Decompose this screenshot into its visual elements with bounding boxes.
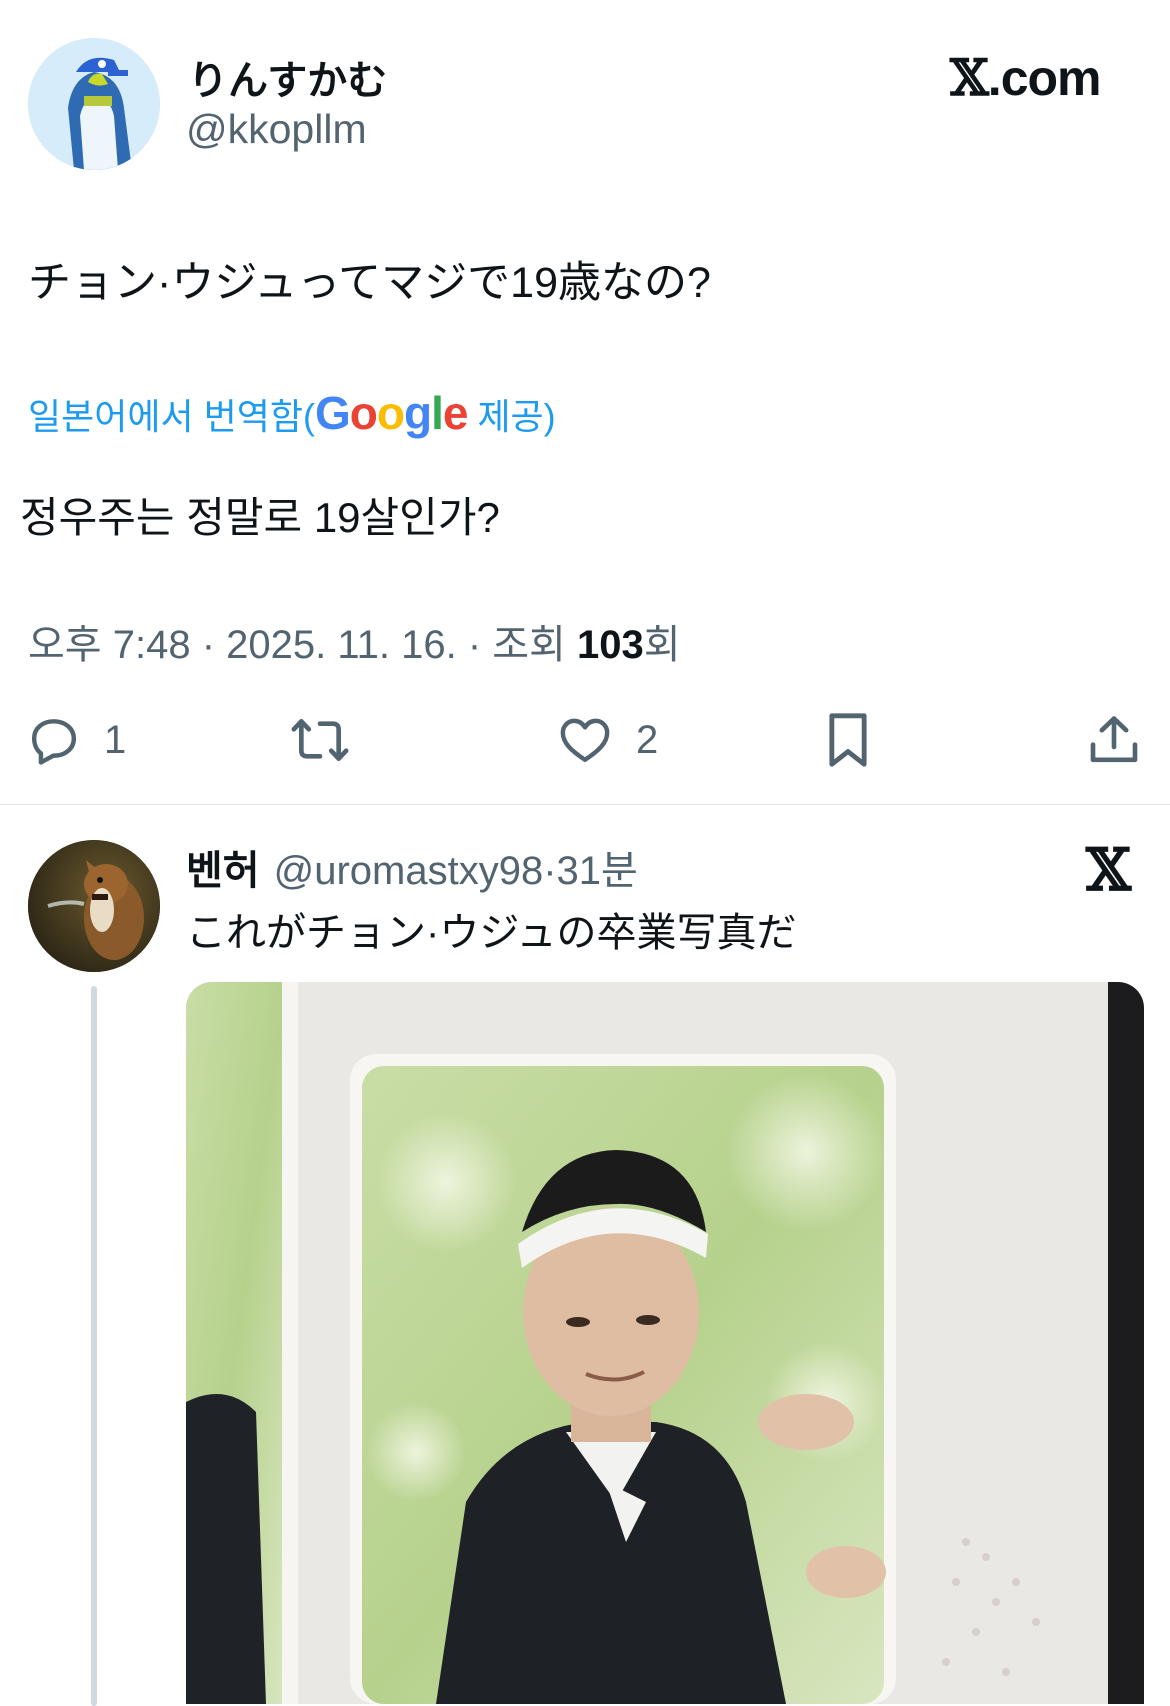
reply-text: これがチョン·ウジュの卒業写真だ bbox=[186, 911, 797, 955]
google-logo: Google bbox=[314, 387, 469, 439]
author-avatar[interactable] bbox=[28, 38, 160, 170]
translation-prefix: 일본어에서 번역함( bbox=[28, 396, 315, 437]
translation-label[interactable]: 일본어에서 번역함(Google 제공) bbox=[28, 386, 556, 440]
views-suffix: 회 bbox=[643, 623, 681, 667]
x-logo-icon: 𝕏 bbox=[950, 48, 989, 107]
tweet-time[interactable]: 오후 7:48 bbox=[28, 623, 191, 667]
bookmark-icon bbox=[829, 713, 867, 767]
views-count: 103 bbox=[576, 623, 644, 667]
tweet-date[interactable]: 2025. 11. 16. bbox=[226, 623, 457, 667]
graduation-photo-image bbox=[186, 982, 1144, 1704]
reply-header: 벤허 @uromastxy98·31분 bbox=[186, 838, 638, 896]
author-handle[interactable]: @kkopllm bbox=[186, 106, 367, 153]
penguin-avatar-image bbox=[28, 38, 160, 170]
heart-icon bbox=[560, 718, 610, 763]
reply-button[interactable]: 1 bbox=[26, 708, 126, 772]
repost-arrows-icon bbox=[291, 719, 349, 761]
google-logo-letter: g bbox=[403, 387, 432, 439]
google-logo-letter: l bbox=[431, 387, 444, 439]
reply-author-handle[interactable]: @uromastxy98 bbox=[274, 849, 544, 893]
reply-count: 1 bbox=[104, 717, 127, 762]
brand-domain: .com bbox=[987, 50, 1102, 106]
meta-separator-2: · bbox=[456, 623, 493, 667]
x-logo-icon: 𝕏 bbox=[1086, 836, 1132, 904]
reply-author-avatar[interactable] bbox=[28, 840, 160, 972]
tweet-meta: 오후 7:48 · 2025. 11. 16. · 조회 103회 bbox=[28, 612, 681, 670]
share-upload-icon bbox=[1090, 716, 1138, 763]
meta-separator: · bbox=[190, 623, 227, 667]
google-logo-letter: G bbox=[314, 387, 351, 439]
repost-button[interactable] bbox=[288, 708, 352, 772]
reply-time[interactable]: 31분 bbox=[557, 849, 638, 893]
speech-bubble-icon bbox=[31, 719, 77, 765]
like-count: 2 bbox=[636, 717, 659, 762]
section-divider bbox=[0, 804, 1170, 805]
squirrel-avatar-image bbox=[28, 840, 160, 972]
reply-author-name[interactable]: 벤허 bbox=[186, 849, 260, 893]
translation-suffix: 제공) bbox=[467, 396, 556, 437]
reply-time-separator: · bbox=[543, 849, 557, 893]
thread-connector-line bbox=[91, 986, 97, 1706]
translated-text: 정우주는 정말로 19살인가? bbox=[20, 494, 500, 541]
google-logo-letter: o bbox=[349, 387, 378, 439]
google-logo-letter: e bbox=[442, 387, 469, 439]
like-button[interactable]: 2 bbox=[556, 708, 658, 772]
google-logo-letter: o bbox=[376, 387, 405, 439]
share-button[interactable] bbox=[1086, 708, 1142, 772]
views-label: 조회 bbox=[492, 623, 577, 667]
author-display-name[interactable]: りんすかむ bbox=[188, 48, 387, 106]
tweet-text: チョン·ウジュってマジで19歳なの? bbox=[28, 259, 711, 307]
reply-photo[interactable] bbox=[186, 982, 1144, 1704]
x-com-watermark: 𝕏.com bbox=[950, 48, 1101, 107]
bookmark-button[interactable] bbox=[820, 708, 876, 772]
